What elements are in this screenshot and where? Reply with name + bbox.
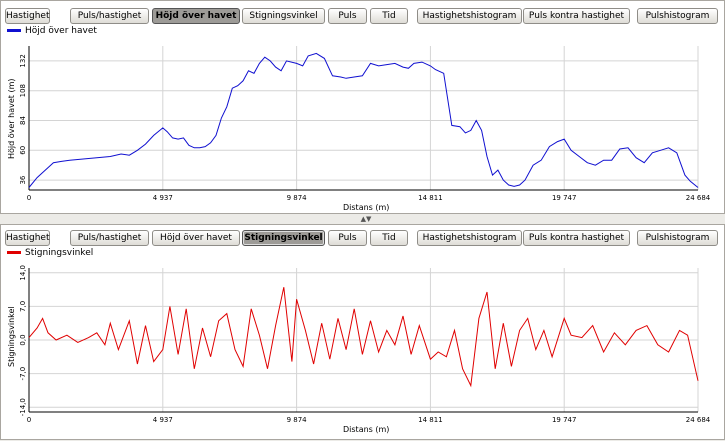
y-tick-label: 108 (19, 84, 27, 97)
x-tick-label: 0 (27, 194, 31, 202)
x-tick-label: 19 747 (552, 416, 577, 424)
x-tick-label: 4 937 (153, 416, 173, 424)
slope-chart: 0 4 937 9 874 14 811 19 747 24 684 -14,0 -7,0 0,… (19, 265, 711, 424)
x-tick-label: 24 684 (686, 416, 711, 424)
y-tick-label: 7,0 (19, 301, 27, 312)
x-tick-label: 9 874 (287, 416, 308, 424)
y-axis-label: Stigningsvinkel (7, 306, 16, 367)
y-tick-label: 84 (19, 115, 27, 124)
x-tick-label: 14 811 (418, 194, 443, 202)
x-tick-label: 24 684 (686, 194, 711, 202)
x-axis-label: Distans (m) (343, 203, 390, 212)
splitter-handle[interactable]: ▲▼ (360, 214, 372, 224)
x-tick-label: 14 811 (418, 416, 443, 424)
slope-panel: Hastighet Puls/hastighet Höjd över havet… (0, 224, 725, 440)
y-tick-label: 0,0 (19, 334, 27, 345)
y-tick-label: 36 (19, 175, 27, 184)
y-tick-label: -14,0 (19, 398, 27, 416)
elevation-panel: Hastighet Puls/hastighet Höjd över havet… (0, 0, 725, 214)
y-tick-label: -7,0 (19, 367, 27, 381)
x-tick-label: 9 874 (287, 194, 308, 202)
series-line (28, 287, 699, 388)
y-tick-label: 132 (19, 54, 27, 67)
y-tick-label: 60 (19, 146, 27, 155)
x-tick-label: 19 747 (552, 194, 577, 202)
elevation-chart: 0 4 937 9 874 14 811 19 747 24 684 36 60 84 108 13… (19, 46, 711, 202)
x-tick-label: 0 (27, 416, 31, 424)
x-tick-label: 4 937 (153, 194, 173, 202)
x-axis-label: Distans (m) (343, 425, 390, 434)
y-axis-label: Höjd över havet (m) (7, 78, 16, 159)
y-tick-label: 14,0 (19, 265, 27, 281)
